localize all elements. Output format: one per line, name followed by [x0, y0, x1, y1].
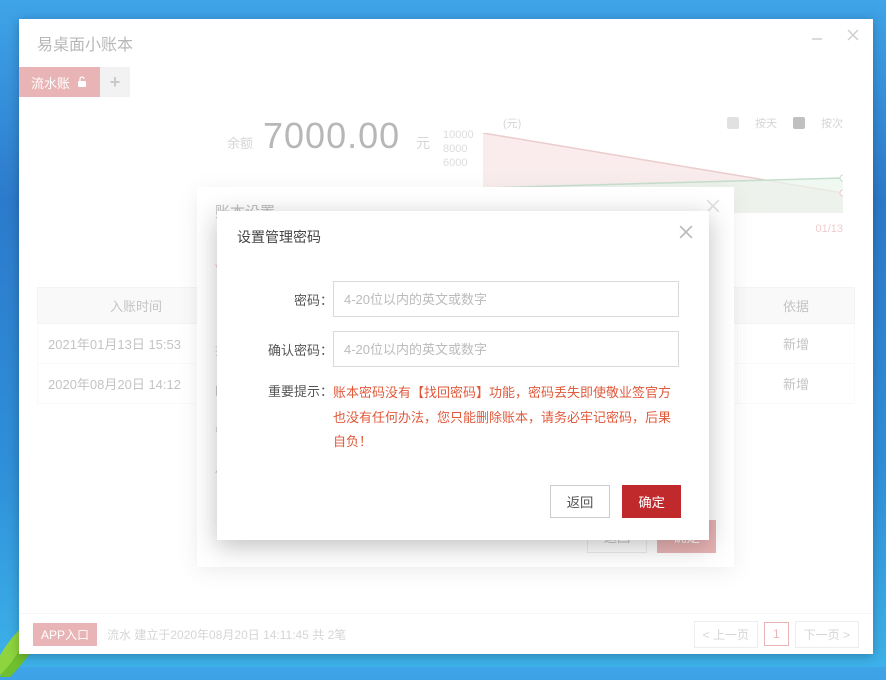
pwd-back-button[interactable]: 返回 — [550, 485, 611, 518]
confirm-pwd-label: 确认密码： — [247, 340, 333, 359]
app-window: 易桌面小账本 流水账 + 余额 7000.00 元 按天 — [19, 19, 873, 654]
hint-text: 账本密码没有【找回密码】功能，密码丢失即使敬业签官方也没有任何办法，您只能删除账… — [333, 381, 679, 455]
hint-label: 重要提示： — [247, 381, 333, 455]
close-icon[interactable] — [679, 225, 693, 242]
confirm-password-input[interactable] — [333, 331, 679, 367]
modal-pwd-title: 设置管理密码 — [237, 229, 321, 245]
pwd-label: 密码： — [247, 290, 333, 309]
pwd-ok-button[interactable]: 确定 — [622, 485, 681, 518]
modal-set-password: 设置管理密码 密码： 确认密码： 重要提示： 账本密码没有【找回密码】功能，密码… — [217, 211, 709, 540]
password-input[interactable] — [333, 281, 679, 317]
